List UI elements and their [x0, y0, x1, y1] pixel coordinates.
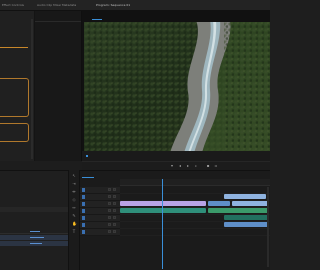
track-lock-icon[interactable]	[82, 195, 85, 199]
marker-icon[interactable]: ▾	[170, 164, 174, 168]
track-lanes	[120, 187, 270, 270]
razor-tool-icon[interactable]: ◇	[72, 198, 76, 202]
project-panel	[0, 170, 69, 270]
monitor-playhead-marker[interactable]	[86, 155, 88, 157]
eye-icon[interactable]	[113, 195, 116, 198]
step-forward-icon[interactable]: ▹	[194, 164, 198, 168]
tab-effect-controls[interactable]: Effect Controls	[2, 3, 24, 7]
track-header-a4[interactable]	[80, 229, 120, 236]
timeline-playhead[interactable]	[162, 179, 163, 269]
solo-icon[interactable]	[113, 216, 116, 219]
timeline-panel	[80, 170, 270, 270]
solo-icon[interactable]	[113, 223, 116, 226]
timeline-clip[interactable]	[208, 201, 230, 206]
track-header-a2[interactable]	[80, 215, 120, 222]
track-headers	[80, 187, 120, 270]
track-select-icon[interactable]: ⇥	[72, 182, 76, 186]
toggle-output-icon[interactable]	[108, 195, 111, 198]
lane-v2[interactable]	[120, 194, 270, 201]
list-item[interactable]	[0, 235, 68, 240]
mute-icon[interactable]	[108, 223, 111, 226]
timeline-clip[interactable]	[120, 201, 206, 206]
solo-icon[interactable]	[113, 209, 116, 212]
row-indicator	[30, 237, 44, 238]
export-frame-icon[interactable]: ▫	[214, 164, 218, 168]
lane-v3[interactable]	[120, 187, 270, 194]
lane-a2[interactable]	[120, 215, 270, 222]
eye-icon[interactable]	[113, 202, 116, 205]
mute-icon[interactable]	[108, 230, 111, 233]
list-item[interactable]	[0, 241, 68, 246]
effect-property-group-2[interactable]	[0, 123, 29, 142]
timeline-clip[interactable]	[224, 194, 266, 199]
track-lock-icon[interactable]	[82, 216, 85, 220]
program-monitor-footer	[82, 151, 270, 161]
audio-clip-mixer-panel	[35, 11, 82, 161]
track-lock-icon[interactable]	[82, 223, 85, 227]
toggle-output-icon[interactable]	[108, 202, 111, 205]
effect-controls-panel	[0, 11, 35, 161]
pen-tool-icon[interactable]: ✎	[72, 214, 76, 218]
timeline-clip[interactable]	[208, 208, 268, 213]
track-header-v2[interactable]	[80, 194, 120, 201]
track-lock-icon[interactable]	[82, 230, 85, 234]
hand-tool-icon[interactable]: ✋	[72, 222, 77, 226]
row-indicator	[30, 231, 40, 232]
mute-icon[interactable]	[108, 216, 111, 219]
tools-panel: ↖ ⇥ ⇹ ◇ ↔ ✎ ✋ T	[69, 170, 80, 270]
slip-tool-icon[interactable]: ↔	[72, 206, 76, 210]
timeline-clip[interactable]	[120, 208, 206, 213]
lane-a3[interactable]	[120, 222, 270, 229]
toggle-output-icon[interactable]	[108, 188, 111, 191]
panel-focus-indicator	[0, 47, 28, 48]
timeline-clip[interactable]	[224, 222, 268, 227]
solo-icon[interactable]	[113, 230, 116, 233]
step-back-icon[interactable]: ◂	[178, 164, 182, 168]
program-monitor-panel	[82, 11, 270, 161]
tab-audio-clip-mixer[interactable]: Audio Clip Mixer	[37, 3, 61, 7]
panel-divider	[35, 21, 81, 22]
track-header-a3[interactable]	[80, 222, 120, 229]
effect-controls-scrollbar[interactable]	[31, 19, 33, 159]
active-sequence-indicator	[82, 177, 94, 178]
track-header-a1[interactable]	[80, 208, 120, 215]
aerial-river-frame	[84, 22, 270, 151]
active-tab-indicator	[92, 19, 102, 20]
ripple-edit-icon[interactable]: ⇹	[72, 190, 76, 194]
time-ruler[interactable]	[120, 179, 270, 186]
track-lock-icon[interactable]	[82, 188, 85, 192]
video-preview[interactable]	[84, 22, 270, 151]
timeline-clip[interactable]	[224, 215, 268, 220]
track-header-v1[interactable]	[80, 201, 120, 208]
project-divider	[0, 233, 68, 234]
track-header-v3[interactable]	[80, 187, 120, 194]
insert-icon[interactable]: ▪	[206, 164, 210, 168]
video-editor-app: Effect Controls Audio Clip Mixer Metadat…	[0, 0, 270, 270]
eye-icon[interactable]	[113, 188, 116, 191]
panel-tab-bar: Effect Controls Audio Clip Mixer Metadat…	[0, 0, 270, 11]
track-lock-icon[interactable]	[82, 202, 85, 206]
tab-program-monitor[interactable]: Program: Sequence 01	[96, 3, 130, 7]
project-column-header	[0, 207, 68, 212]
track-lock-icon[interactable]	[82, 209, 85, 213]
effect-property-group[interactable]	[0, 78, 29, 117]
timeline-clip[interactable]	[232, 201, 268, 206]
lane-a1[interactable]	[120, 208, 270, 215]
row-indicator	[30, 243, 42, 244]
mute-icon[interactable]	[108, 209, 111, 212]
selection-tool-icon[interactable]: ↖	[72, 174, 76, 178]
list-item[interactable]	[0, 247, 68, 252]
lane-v1[interactable]	[120, 201, 270, 208]
lane-a4[interactable]	[120, 229, 270, 236]
timeline-scrollbar[interactable]	[267, 187, 269, 267]
play-icon[interactable]: ▸	[186, 164, 190, 168]
tab-metadata[interactable]: Metadata	[62, 3, 76, 7]
type-tool-icon[interactable]: T	[72, 230, 76, 234]
